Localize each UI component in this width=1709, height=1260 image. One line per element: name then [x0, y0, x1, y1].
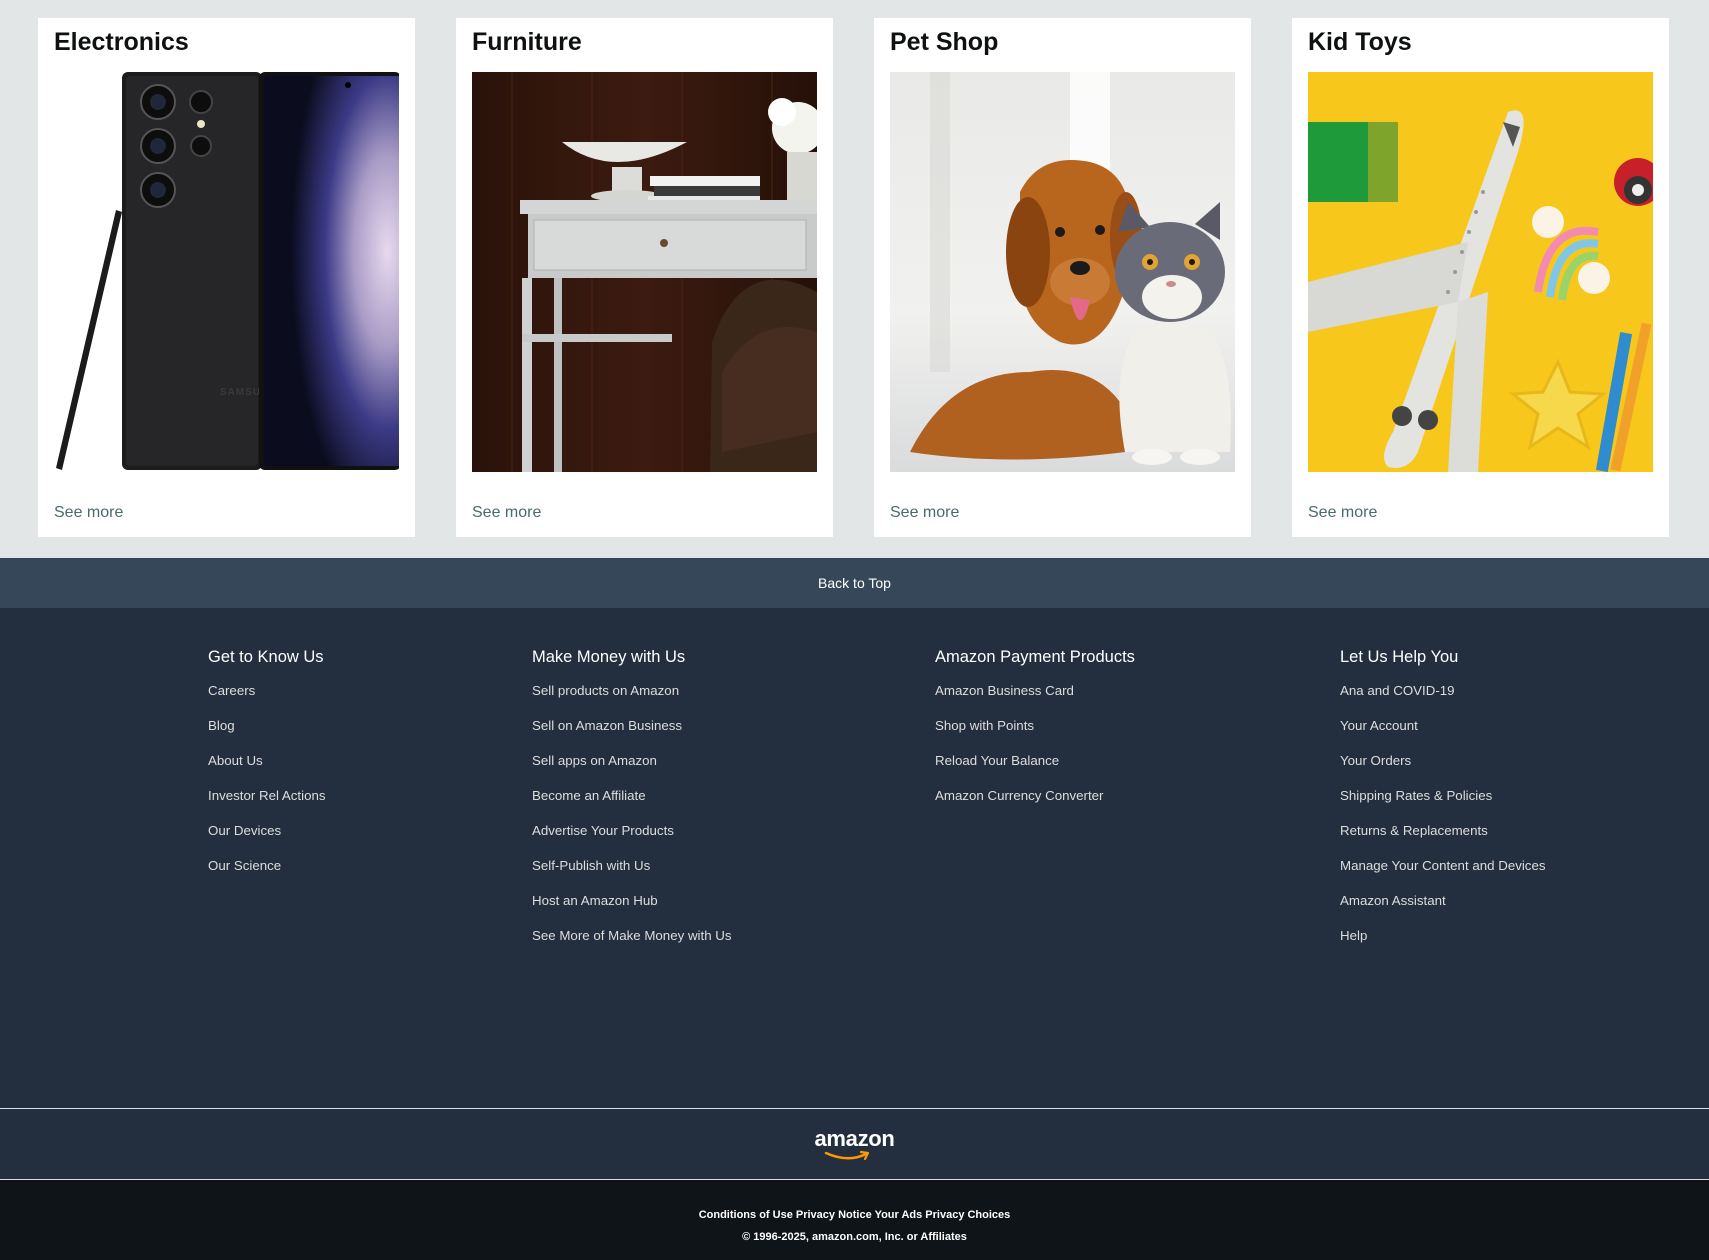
copyright-text: © 1996-2025, amazon.com, Inc. or Affilia… — [742, 1231, 967, 1243]
category-card-furniture[interactable]: Furniture See more — [456, 18, 833, 537]
footer-link-reload-balance[interactable]: Reload Your Balance — [935, 751, 1135, 786]
footer-column-payment-products: Amazon Payment Products Amazon Business … — [935, 648, 1135, 821]
legal-links: Conditions of Use Privacy Notice Your Ad… — [0, 1209, 1709, 1221]
footer-link-sell-apps[interactable]: Sell apps on Amazon — [532, 751, 732, 786]
footer-link-see-more-make-money[interactable]: See More of Make Money with Us — [532, 926, 732, 961]
footer-link-sell-business[interactable]: Sell on Amazon Business — [532, 716, 732, 751]
footer-link-business-card[interactable]: Amazon Business Card — [935, 681, 1135, 716]
footer-logo-band: amazon — [0, 1108, 1709, 1180]
desk-image[interactable] — [472, 72, 817, 472]
footer-link-shop-with-points[interactable]: Shop with Points — [935, 716, 1135, 751]
privacy-notice-link[interactable]: Privacy Notice — [796, 1209, 872, 1221]
footer-link-advertise-products[interactable]: Advertise Your Products — [532, 821, 732, 856]
category-card-pet-shop[interactable]: Pet Shop See more — [874, 18, 1251, 537]
see-more-link[interactable]: See more — [890, 504, 959, 522]
see-more-link[interactable]: See more — [472, 504, 541, 522]
card-title: Pet Shop — [890, 28, 999, 56]
conditions-of-use-link[interactable]: Conditions of Use — [699, 1209, 793, 1221]
footer-link-covid[interactable]: Ana and COVID-19 — [1340, 681, 1546, 716]
footer-link-investor-relations[interactable]: Investor Rel Actions — [208, 786, 326, 821]
legal-footer: Conditions of Use Privacy Notice Your Ad… — [0, 1180, 1709, 1260]
footer-link-about-us[interactable]: About Us — [208, 751, 326, 786]
phone-with-stylus-image[interactable]: SAMSUNG — [54, 72, 399, 472]
footer-column-get-to-know-us: Get to Know Us Careers Blog About Us Inv… — [208, 648, 326, 891]
ads-privacy-choices-link[interactable]: Your Ads Privacy Choices — [875, 1209, 1011, 1221]
category-card-kid-toys[interactable]: Kid Toys See more — [1292, 18, 1669, 537]
amazon-logo[interactable]: amazon — [812, 1126, 898, 1162]
footer-link-your-account[interactable]: Your Account — [1340, 716, 1546, 751]
category-card-electronics[interactable]: Electronics SAMSUNG See more — [38, 18, 415, 537]
footer-column-help: Let Us Help You Ana and COVID-19 Your Ac… — [1340, 648, 1546, 961]
footer-column-heading: Let Us Help You — [1340, 648, 1459, 666]
footer-link-self-publish[interactable]: Self-Publish with Us — [532, 856, 732, 891]
smile-arrow-icon — [824, 1150, 869, 1161]
footer-link-our-devices[interactable]: Our Devices — [208, 821, 326, 856]
footer-column-heading: Amazon Payment Products — [935, 648, 1135, 666]
card-title: Electronics — [54, 28, 189, 56]
footer-link-your-orders[interactable]: Your Orders — [1340, 751, 1546, 786]
see-more-link[interactable]: See more — [54, 504, 123, 522]
logo-wordmark: amazon — [814, 1126, 895, 1151]
footer-link-blog[interactable]: Blog — [208, 716, 326, 751]
back-to-top-button[interactable]: Back to Top — [0, 558, 1709, 608]
see-more-link[interactable]: See more — [1308, 504, 1377, 522]
card-title: Furniture — [472, 28, 582, 56]
toy-airplane-image[interactable] — [1308, 72, 1653, 472]
card-title: Kid Toys — [1308, 28, 1412, 56]
footer-link-currency-converter[interactable]: Amazon Currency Converter — [935, 786, 1135, 821]
footer-link-help[interactable]: Help — [1340, 926, 1546, 961]
footer-column-make-money: Make Money with Us Sell products on Amaz… — [532, 648, 732, 961]
footer-navigation: Get to Know Us Careers Blog About Us Inv… — [0, 608, 1709, 1108]
footer-column-heading: Make Money with Us — [532, 648, 686, 666]
footer-link-shipping-rates[interactable]: Shipping Rates & Policies — [1340, 786, 1546, 821]
footer-link-manage-content[interactable]: Manage Your Content and Devices — [1340, 856, 1546, 891]
footer-link-become-affiliate[interactable]: Become an Affiliate — [532, 786, 732, 821]
footer-link-returns[interactable]: Returns & Replacements — [1340, 821, 1546, 856]
dog-and-cat-image[interactable] — [890, 72, 1235, 472]
category-cards-section: Electronics SAMSUNG See more Furniture S… — [0, 0, 1709, 558]
footer-column-heading: Get to Know Us — [208, 648, 324, 666]
footer-link-sell-products[interactable]: Sell products on Amazon — [532, 681, 732, 716]
footer-link-our-science[interactable]: Our Science — [208, 856, 326, 891]
footer-link-host-hub[interactable]: Host an Amazon Hub — [532, 891, 732, 926]
footer-link-amazon-assistant[interactable]: Amazon Assistant — [1340, 891, 1546, 926]
footer-link-careers[interactable]: Careers — [208, 681, 326, 716]
